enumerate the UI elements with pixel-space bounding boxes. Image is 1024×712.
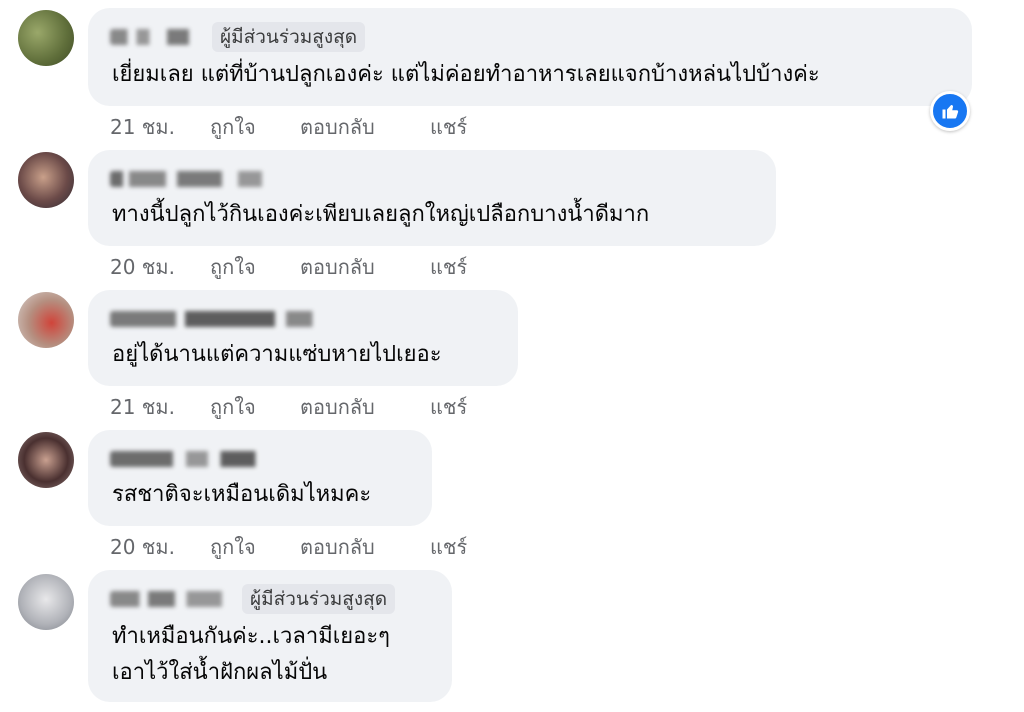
timestamp[interactable]: 21 ชม. bbox=[110, 112, 210, 142]
share-button[interactable]: แชร์ bbox=[430, 252, 467, 282]
author-name-blurred[interactable] bbox=[110, 29, 198, 45]
reply-button[interactable]: ตอบกลับ bbox=[300, 392, 430, 422]
comment-bubble: รสชาติจะเหมือนเดิมไหมคะ bbox=[88, 430, 432, 526]
author-name-blurred[interactable] bbox=[110, 171, 270, 187]
comment-text: อยู่ได้นานแต่ความแซ่บหายไปเยอะ bbox=[112, 342, 442, 367]
share-button[interactable]: แชร์ bbox=[430, 532, 467, 562]
top-fan-badge: ผู้มีส่วนร่วมสูงสุด bbox=[242, 584, 396, 614]
share-button[interactable]: แชร์ bbox=[430, 112, 467, 142]
comment-text-line: ทำเหมือนกันค่ะ..เวลามีเยอะๆ bbox=[112, 624, 390, 649]
like-button[interactable]: ถูกใจ bbox=[210, 252, 300, 282]
comment-bubble: ผู้มีส่วนร่วมสูงสุด ทำเหมือนกันค่ะ..เวลา… bbox=[88, 570, 452, 702]
comment-bubble: อยู่ได้นานแต่ความแซ่บหายไปเยอะ bbox=[88, 290, 518, 386]
avatar[interactable] bbox=[18, 10, 74, 66]
top-fan-badge: ผู้มีส่วนร่วมสูงสุด bbox=[212, 22, 366, 52]
author-name-blurred[interactable] bbox=[110, 451, 268, 467]
author-row bbox=[110, 304, 330, 334]
avatar[interactable] bbox=[18, 432, 74, 488]
author-row bbox=[110, 164, 270, 194]
timestamp[interactable]: 20 ชม. bbox=[110, 532, 210, 562]
timestamp[interactable]: 20 ชม. bbox=[110, 252, 210, 282]
comment-text: เยี่ยมเลย แต่ที่บ้านปลูกเองค่ะ แต่ไม่ค่อ… bbox=[112, 62, 820, 87]
reply-button[interactable]: ตอบกลับ bbox=[300, 252, 430, 282]
author-name-blurred[interactable] bbox=[110, 591, 228, 607]
like-icon[interactable] bbox=[930, 91, 970, 131]
author-row bbox=[110, 444, 268, 474]
comment-actions: 20 ชม. ถูกใจ ตอบกลับ แชร์ bbox=[110, 252, 467, 282]
comment-text: รสชาติจะเหมือนเดิมไหมคะ bbox=[112, 482, 372, 507]
timestamp[interactable]: 21 ชม. bbox=[110, 392, 210, 422]
like-button[interactable]: ถูกใจ bbox=[210, 392, 300, 422]
comment-bubble: ผู้มีส่วนร่วมสูงสุด เยี่ยมเลย แต่ที่บ้าน… bbox=[88, 8, 972, 106]
author-row: ผู้มีส่วนร่วมสูงสุด bbox=[110, 22, 366, 52]
share-button[interactable]: แชร์ bbox=[430, 392, 467, 422]
author-row: ผู้มีส่วนร่วมสูงสุด bbox=[110, 584, 396, 614]
comment-bubble: ทางนี้ปลูกไว้กินเองค่ะเพียบเลยลูกใหญ่เปล… bbox=[88, 150, 776, 246]
reply-button[interactable]: ตอบกลับ bbox=[300, 112, 430, 142]
author-name-blurred[interactable] bbox=[110, 311, 330, 327]
comment-text: ทางนี้ปลูกไว้กินเองค่ะเพียบเลยลูกใหญ่เปล… bbox=[112, 202, 650, 227]
comment-text-line: เอาไว้ใส่น้ำฝักผลไม้ปั่น bbox=[112, 660, 328, 685]
reply-button[interactable]: ตอบกลับ bbox=[300, 532, 430, 562]
comment-actions: 21 ชม. ถูกใจ ตอบกลับ แชร์ bbox=[110, 112, 467, 142]
avatar[interactable] bbox=[18, 292, 74, 348]
comment-actions: 21 ชม. ถูกใจ ตอบกลับ แชร์ bbox=[110, 392, 467, 422]
avatar[interactable] bbox=[18, 152, 74, 208]
like-button[interactable]: ถูกใจ bbox=[210, 112, 300, 142]
thumbs-up-icon bbox=[942, 105, 959, 119]
comment-actions: 20 ชม. ถูกใจ ตอบกลับ แชร์ bbox=[110, 532, 467, 562]
avatar[interactable] bbox=[18, 574, 74, 630]
like-button[interactable]: ถูกใจ bbox=[210, 532, 300, 562]
